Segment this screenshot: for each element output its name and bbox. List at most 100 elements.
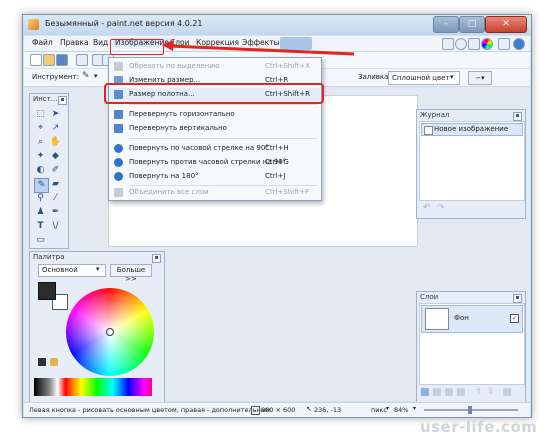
menu-item-label: Повернуть на 180° — [129, 172, 199, 180]
palette-mode-select[interactable]: Основной ▾ — [38, 264, 106, 277]
menu-view[interactable]: Вид — [93, 38, 108, 47]
open-file-icon[interactable] — [43, 54, 55, 66]
menu-edit[interactable]: Правка — [60, 38, 89, 47]
zoom-tool-icon[interactable]: ⌕ — [34, 136, 47, 149]
help-icon[interactable] — [513, 38, 525, 50]
history-item-icon — [424, 126, 433, 135]
layer-visibility-checkbox[interactable]: ✓ — [510, 314, 519, 323]
menu-item-label: Перевернуть горизонтально — [129, 110, 235, 118]
tools-toggle-icon[interactable] — [442, 38, 454, 50]
title-bar: Безымянный - paint.net версия 4.0.21 – □… — [23, 15, 531, 35]
palette-panel-close-icon[interactable]: ▪ — [152, 254, 161, 263]
status-hint: Левая кнопка - рисовать основным цветом,… — [29, 406, 273, 414]
menu-item-shortcut: Ctrl+J — [265, 172, 286, 180]
history-toggle-icon[interactable] — [455, 38, 467, 50]
close-button[interactable]: ✕ — [485, 16, 527, 33]
paintbrush-tool-icon[interactable]: ✐ — [49, 164, 62, 177]
rect-select-tool-icon[interactable]: ⬚ — [34, 108, 47, 121]
menu-file[interactable]: Файл — [32, 38, 53, 47]
color-picker-tool-icon[interactable]: ⁄ — [49, 192, 62, 205]
menu-item-rotate-180[interactable]: Повернуть на 180° Ctrl+J — [109, 170, 321, 184]
merge-layer-icon[interactable] — [457, 388, 465, 396]
gradient-tool-icon[interactable]: ◐ — [34, 164, 47, 177]
units-select[interactable]: пикс — [371, 406, 387, 414]
lasso-tool-icon[interactable]: ⌖ — [34, 122, 47, 135]
minimize-button[interactable]: – — [433, 16, 459, 33]
menu-item-flip-vertical[interactable]: Перевернуть вертикально — [109, 122, 321, 136]
menu-item-label: Обрезать по выделению — [129, 62, 220, 70]
swap-colors-icon[interactable] — [38, 358, 46, 366]
move-selection-tool-icon[interactable]: ↗ — [49, 122, 62, 135]
zoom-slider[interactable] — [424, 406, 518, 414]
pencil-tool-icon[interactable]: ✎ — [82, 71, 90, 81]
layer-properties-icon[interactable] — [503, 388, 511, 396]
history-panel-close-icon[interactable]: ▪ — [513, 112, 522, 121]
layers-panel: Слои ▪ Фон ✓ ⇧ ⇩ — [416, 291, 526, 403]
layers-panel-close-icon[interactable]: ▪ — [513, 294, 522, 303]
primary-color-swatch[interactable] — [38, 282, 56, 300]
palette-toggle-icon[interactable] — [481, 38, 493, 50]
zoom-value[interactable]: 84% — [394, 406, 408, 414]
menu-item-shortcut: Ctrl+Shift+X — [265, 62, 310, 70]
layers-panel-title: Слои — [420, 293, 439, 301]
eraser-tool-icon[interactable]: ▰ — [49, 178, 62, 191]
shapes-tool-icon[interactable]: ▭ — [34, 234, 47, 247]
watermark: user-life.com — [420, 418, 538, 436]
recolor-tool-icon[interactable]: ♟ — [34, 206, 47, 219]
move-tool-icon[interactable]: ➤ — [49, 108, 62, 121]
menu-item-rotate-ccw[interactable]: Повернуть против часовой стрелки на 90° … — [109, 156, 321, 170]
fill-select[interactable]: Сплошной цвет ▾ — [388, 71, 460, 85]
menu-item-flip-horizontal[interactable]: Перевернуть горизонтально — [109, 108, 321, 122]
line-tool-icon[interactable]: \/ — [49, 220, 62, 233]
history-item[interactable]: Новое изображение — [421, 123, 523, 136]
color-wheel[interactable] — [66, 288, 154, 376]
antialias-button[interactable]: ∽▾ — [468, 71, 492, 85]
tools-panel: Инст... ▪ ⬚ ➤ ⌖ ↗ ⌕ ✋ ✦ ◆ ◐ ✐ ✎ ▰ ⚲ ⁄ ♟ … — [29, 93, 69, 249]
palette-swatches[interactable] — [34, 378, 152, 396]
history-item-label: Новое изображение — [434, 125, 509, 133]
magic-wand-tool-icon[interactable]: ✦ — [34, 150, 47, 163]
clone-stamp-tool-icon[interactable]: ⚲ — [34, 192, 47, 205]
settings-icon[interactable] — [498, 38, 510, 50]
tools-panel-close-icon[interactable]: ▪ — [58, 96, 67, 105]
text-tool-icon[interactable]: T — [34, 220, 47, 233]
paint-bucket-tool-icon[interactable]: ◆ — [49, 150, 62, 163]
palette-panel-title: Палитра — [33, 253, 65, 261]
menu-separator — [129, 138, 317, 139]
zoom-slider-thumb[interactable] — [468, 406, 472, 414]
rotate-180-icon — [114, 172, 123, 181]
canvas-size-highlight-box — [104, 83, 324, 104]
tool-dropdown-arrow-icon[interactable]: ▾ — [94, 72, 98, 80]
layers-toggle-icon[interactable] — [468, 38, 480, 50]
eyedropper-tool-icon[interactable]: ✒ — [49, 206, 62, 219]
delete-layer-icon[interactable] — [433, 388, 441, 396]
flip-horizontal-icon — [114, 110, 123, 119]
duplicate-layer-icon[interactable] — [445, 388, 453, 396]
pencil-tool-selected-icon[interactable]: ✎ — [34, 178, 49, 193]
undo-icon[interactable]: ↶ — [423, 203, 431, 213]
print-icon[interactable] — [76, 54, 88, 66]
move-layer-up-icon[interactable]: ⇧ — [475, 387, 483, 397]
menu-item-flatten[interactable]: Объединить все слои Ctrl+Shift+F — [109, 186, 321, 200]
history-panel: Журнал ▪ Новое изображение ↶ ↷ — [416, 109, 526, 219]
menu-item-rotate-cw[interactable]: Повернуть по часовой стрелке на 90° Ctrl… — [109, 142, 321, 156]
menu-item-crop[interactable]: Обрезать по выделению Ctrl+Shift+X — [109, 60, 321, 74]
chevron-down-icon: ▾ — [450, 73, 454, 81]
tools-panel-title: Инст... — [33, 95, 58, 103]
layer-row[interactable]: Фон ✓ — [421, 305, 523, 333]
palette-settings-icon[interactable] — [50, 358, 58, 366]
add-layer-icon[interactable] — [421, 388, 429, 396]
chevron-down-icon: ▾ — [96, 265, 100, 273]
history-list: Новое изображение — [419, 121, 525, 201]
fill-label: Заливка: — [358, 73, 391, 81]
menu-item-shortcut: Ctrl+G — [265, 158, 289, 166]
maximize-button[interactable]: □ — [459, 16, 485, 33]
image-menu-dropdown: Обрезать по выделению Ctrl+Shift+X Измен… — [108, 57, 322, 201]
save-icon[interactable] — [56, 54, 68, 66]
window-title: Безымянный - paint.net версия 4.0.21 — [45, 19, 203, 28]
redo-icon[interactable]: ↷ — [437, 203, 445, 213]
more-button[interactable]: Больше >> — [110, 264, 152, 283]
new-file-icon[interactable] — [30, 54, 42, 66]
move-layer-down-icon[interactable]: ⇩ — [487, 387, 495, 397]
pan-tool-icon[interactable]: ✋ — [49, 136, 62, 149]
